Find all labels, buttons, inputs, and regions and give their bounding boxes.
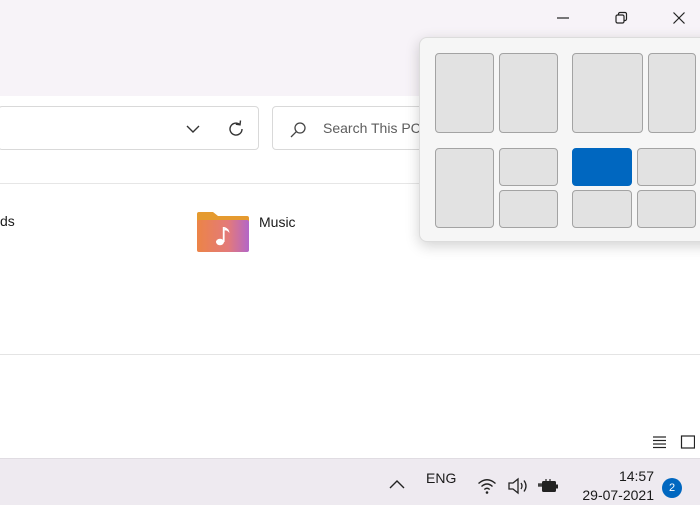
snap-zone-half-left[interactable] [435, 53, 494, 133]
snap-zone-narrow-right[interactable] [648, 53, 696, 133]
snap-zone-quad-bottom-left[interactable] [572, 190, 632, 228]
restore-icon [615, 11, 628, 24]
minimize-icon [557, 17, 569, 19]
snap-zone-quad-top-left[interactable] [572, 148, 632, 186]
snap-zone-column-left[interactable] [435, 148, 494, 228]
close-button[interactable] [650, 0, 700, 36]
chevron-up-icon[interactable] [388, 477, 406, 491]
clock-date[interactable]: 29-07-2021 [570, 487, 654, 503]
snap-zone-quad-top-right[interactable] [637, 148, 696, 186]
snap-zone-half-right[interactable] [499, 53, 558, 133]
music-folder-icon [197, 212, 249, 252]
snap-layouts-flyout [419, 37, 700, 242]
chevron-down-icon[interactable] [182, 118, 204, 140]
snap-zone-quad-bottom-right[interactable] [637, 190, 696, 228]
address-bar[interactable] [0, 106, 259, 150]
snap-zone-top-right[interactable] [499, 148, 558, 186]
taskbar: ENG 14:57 29-07-2021 2 [0, 458, 700, 505]
notification-badge[interactable]: 2 [662, 478, 682, 498]
refresh-icon[interactable] [224, 117, 248, 141]
search-box[interactable]: Search This PC [272, 106, 432, 150]
music-folder-label: Music [259, 214, 296, 230]
snap-zone-wide-left[interactable] [572, 53, 643, 133]
restore-button[interactable] [592, 0, 650, 36]
search-placeholder: Search This PC [323, 120, 421, 136]
large-icons-view-icon[interactable] [680, 434, 695, 450]
language-indicator[interactable]: ENG [426, 470, 456, 486]
battery-icon[interactable] [536, 475, 560, 497]
downloads-item-label[interactable]: ds [0, 213, 15, 229]
clock-time[interactable]: 14:57 [570, 468, 654, 484]
close-icon [673, 12, 685, 24]
snap-zone-bottom-right[interactable] [499, 190, 558, 228]
details-view-icon[interactable] [652, 434, 667, 450]
wifi-icon[interactable] [477, 477, 497, 495]
volume-icon[interactable] [507, 476, 529, 496]
minimize-button[interactable] [534, 0, 592, 36]
search-icon [290, 122, 306, 138]
